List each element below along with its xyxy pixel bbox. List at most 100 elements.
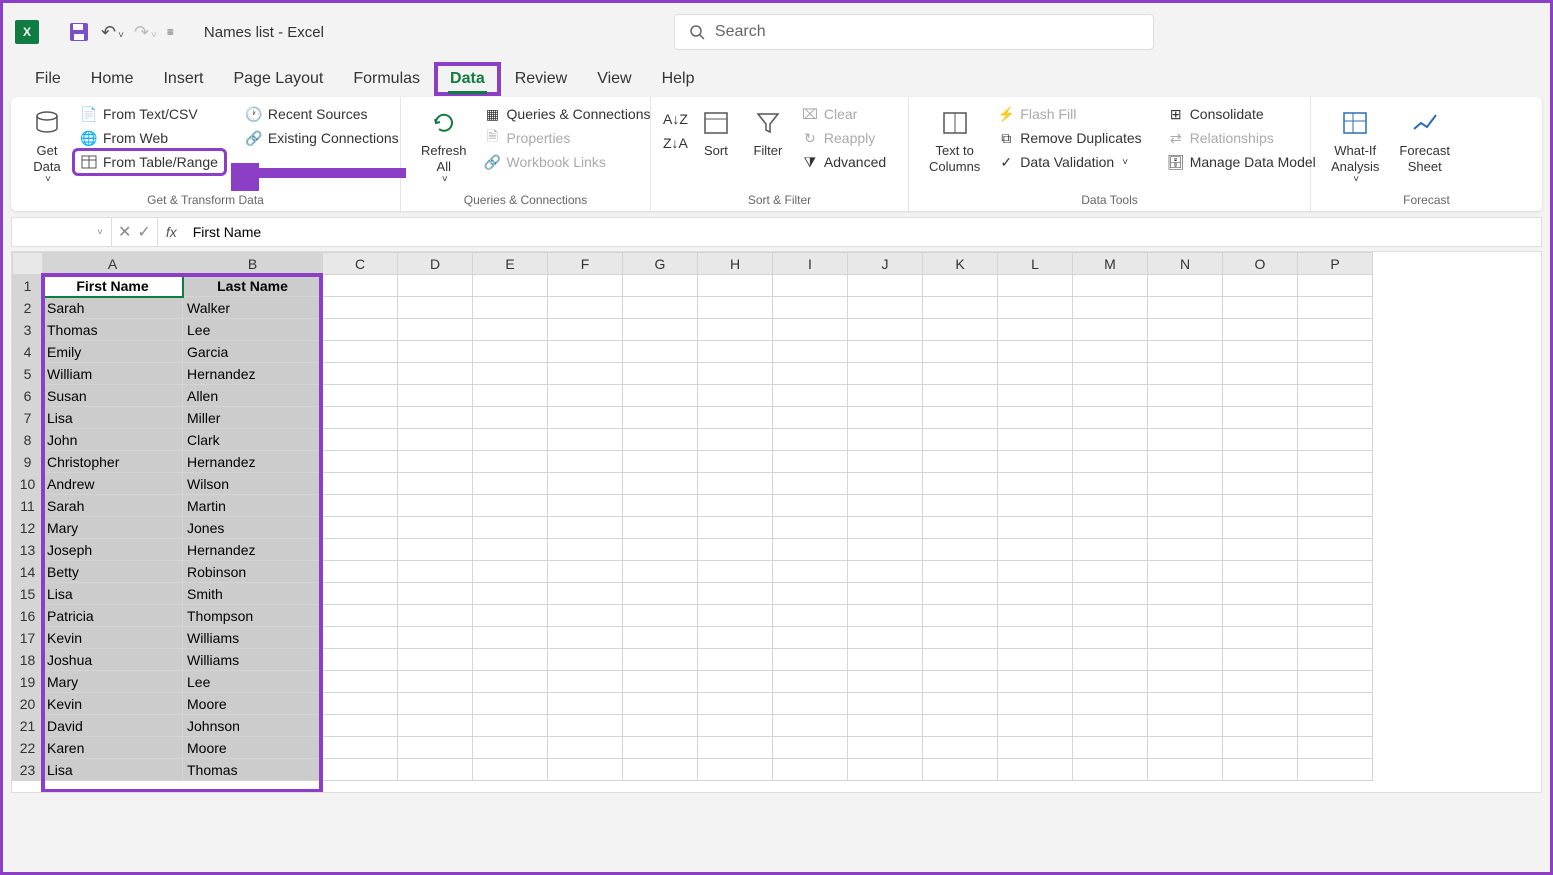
formula-input[interactable]: First Name [185,224,1541,240]
cell[interactable] [998,429,1073,451]
data-validation-button[interactable]: ✓Data Validation˅ [992,151,1147,173]
cell[interactable] [1073,759,1148,781]
cell[interactable] [998,385,1073,407]
cell[interactable]: Garcia [183,341,323,363]
cell[interactable] [323,627,398,649]
cell[interactable] [773,341,848,363]
cell[interactable] [1298,429,1373,451]
cell[interactable] [1298,693,1373,715]
cell[interactable] [548,561,623,583]
cell[interactable] [473,517,548,539]
column-header[interactable]: D [398,253,473,275]
cell[interactable] [623,319,698,341]
cell[interactable]: Lee [183,671,323,693]
column-header[interactable]: M [1073,253,1148,275]
cell[interactable] [473,539,548,561]
cell[interactable] [1148,319,1223,341]
cell[interactable] [773,385,848,407]
cell[interactable] [998,627,1073,649]
advanced-button[interactable]: ⧩Advanced [796,151,892,173]
cell[interactable] [848,649,923,671]
cell[interactable] [1223,759,1298,781]
cell[interactable] [548,605,623,627]
cell[interactable]: Karen [43,737,183,759]
column-header[interactable]: A [43,253,183,275]
cell[interactable] [1148,693,1223,715]
cell[interactable] [698,275,773,297]
cell[interactable] [623,539,698,561]
cell[interactable] [698,715,773,737]
cell[interactable] [473,319,548,341]
cell[interactable] [398,759,473,781]
cell[interactable] [1148,495,1223,517]
cell[interactable]: Mary [43,517,183,539]
cell[interactable] [848,583,923,605]
cell[interactable] [1298,451,1373,473]
cell[interactable] [698,341,773,363]
cell[interactable] [998,649,1073,671]
cell[interactable]: David [43,715,183,737]
cell[interactable] [1148,583,1223,605]
cell[interactable] [923,451,998,473]
cell[interactable] [398,561,473,583]
cell[interactable]: Andrew [43,473,183,495]
cell[interactable] [1223,649,1298,671]
cell[interactable] [548,363,623,385]
cell[interactable]: Robinson [183,561,323,583]
cell[interactable] [848,561,923,583]
cell[interactable] [923,671,998,693]
cell[interactable] [848,473,923,495]
cell[interactable]: First Name [43,275,183,297]
cell[interactable] [773,715,848,737]
cell[interactable]: John [43,429,183,451]
cell[interactable] [548,319,623,341]
cell[interactable] [698,693,773,715]
cell[interactable] [698,583,773,605]
column-header[interactable]: F [548,253,623,275]
cell[interactable] [1223,473,1298,495]
cell[interactable]: Lisa [43,759,183,781]
cell[interactable] [698,451,773,473]
redo-icon[interactable]: ↷˅ [134,22,157,43]
cell[interactable] [698,627,773,649]
cell[interactable] [323,495,398,517]
cell[interactable] [773,473,848,495]
column-header[interactable]: N [1148,253,1223,275]
cell[interactable]: Thomas [183,759,323,781]
cell[interactable] [548,473,623,495]
cell[interactable] [998,693,1073,715]
cell[interactable] [323,385,398,407]
cell[interactable] [773,649,848,671]
cell[interactable] [1148,407,1223,429]
cell[interactable] [1298,649,1373,671]
cell[interactable]: Mary [43,671,183,693]
cell[interactable]: Jones [183,517,323,539]
cell[interactable] [548,275,623,297]
cell[interactable] [1073,407,1148,429]
cell[interactable] [1223,583,1298,605]
column-header[interactable]: H [698,253,773,275]
cell[interactable] [1223,451,1298,473]
cell[interactable] [323,715,398,737]
cell[interactable] [473,737,548,759]
cell[interactable] [923,407,998,429]
cell[interactable] [1298,561,1373,583]
cell[interactable] [323,737,398,759]
cell[interactable] [923,605,998,627]
cell[interactable] [848,275,923,297]
cell[interactable] [773,671,848,693]
existing-connections-button[interactable]: 🔗Existing Connections [240,127,405,149]
cell[interactable] [923,517,998,539]
cell[interactable] [1073,319,1148,341]
row-header[interactable]: 8 [13,429,43,451]
cell[interactable] [698,561,773,583]
column-header[interactable]: I [773,253,848,275]
cell[interactable] [1148,451,1223,473]
cell[interactable] [998,737,1073,759]
cell[interactable] [1073,539,1148,561]
cell[interactable] [1223,627,1298,649]
cell[interactable] [323,341,398,363]
cell[interactable] [1298,583,1373,605]
cell[interactable]: Miller [183,407,323,429]
cell[interactable] [773,363,848,385]
